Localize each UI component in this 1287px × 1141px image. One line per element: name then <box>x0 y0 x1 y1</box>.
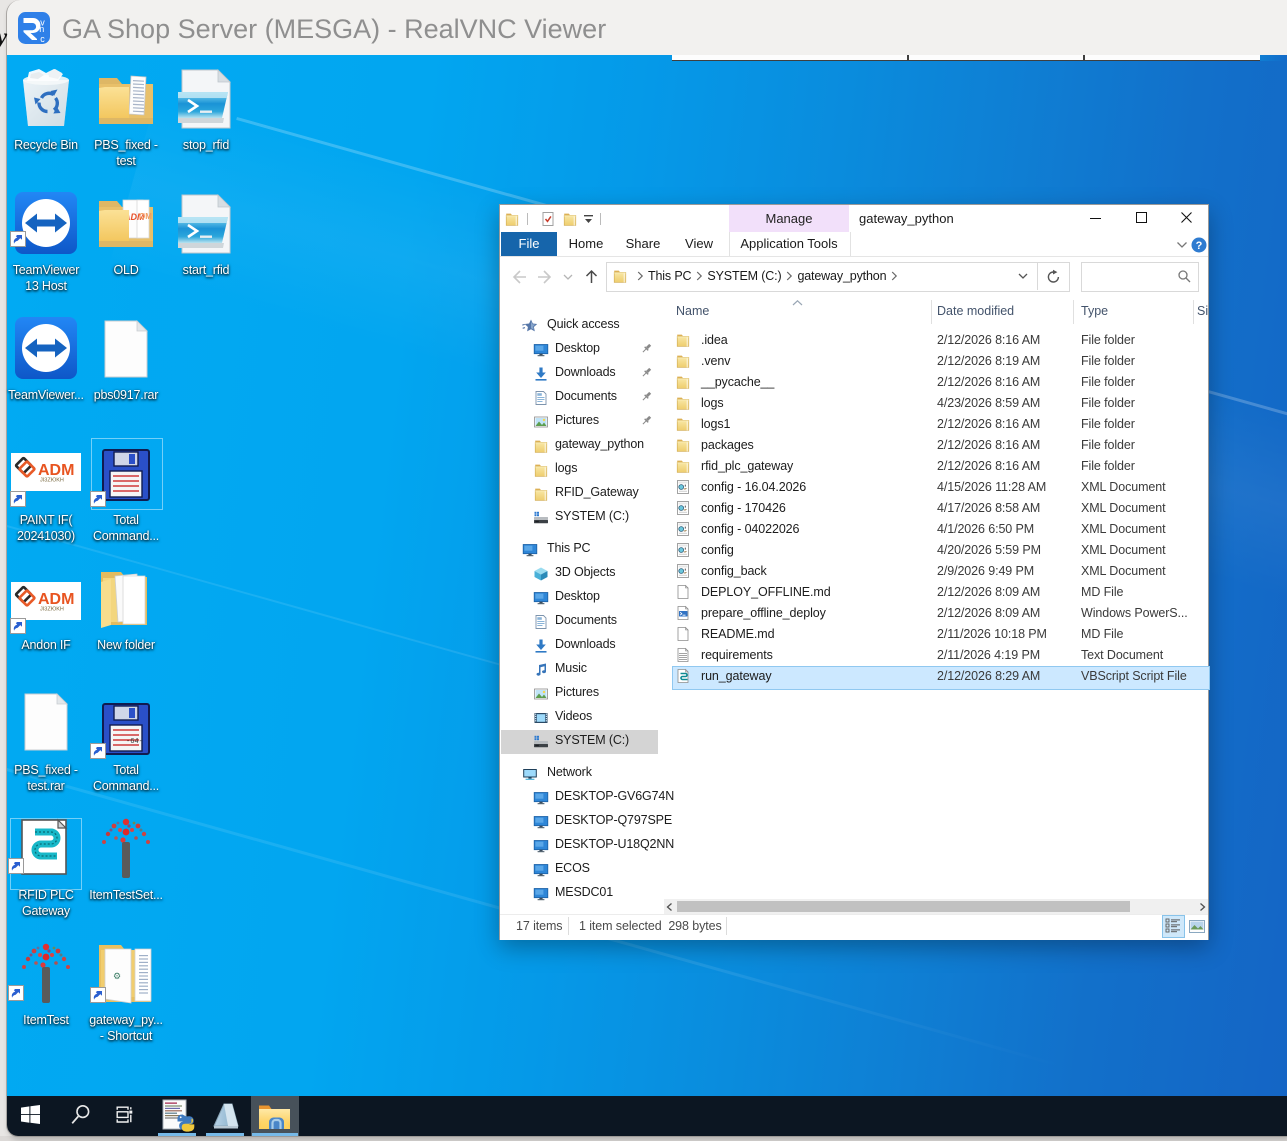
svg-text:c: c <box>40 34 45 44</box>
svg-text:ADM: ADM <box>38 591 74 608</box>
svg-text:ADM: ADM <box>38 462 74 479</box>
svg-text:?: ? <box>1196 240 1203 252</box>
svg-text:-64-: -64- <box>126 738 143 746</box>
svg-text:JI3ZЮKH: JI3ZЮKH <box>40 478 64 484</box>
svg-text:JI3ZЮKH: JI3ZЮKH <box>40 607 64 613</box>
svg-text:OM: OM <box>139 212 152 221</box>
svg-text:⚙: ⚙ <box>113 971 121 981</box>
